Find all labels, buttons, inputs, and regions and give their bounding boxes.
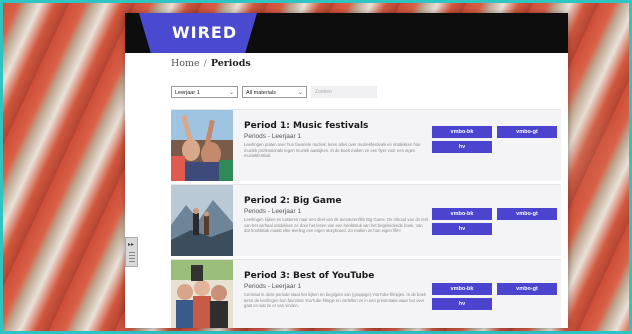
tag-vmbo-bk[interactable]: vmbo-bk — [432, 208, 492, 220]
period-subtitle: Periods - Leerjaar 1 — [244, 208, 302, 215]
big-game-image — [171, 185, 233, 256]
app-window: WIRED Home / Periods Leerjaar 1 ⌄ All mate… — [125, 13, 568, 328]
tag-vmbo-gt[interactable]: vmbo-gt — [497, 208, 557, 220]
search-input[interactable]: Zoeken — [311, 86, 377, 98]
grip-icon — [129, 252, 135, 264]
period-title: Period 1: Music festivals — [244, 121, 369, 131]
youtube-friends-image — [171, 260, 233, 328]
period-description: Leerlingen praten over hun favoriete muz… — [244, 142, 421, 158]
chevron-down-icon: ⌄ — [297, 90, 303, 96]
logo-text: WIRED — [172, 23, 238, 42]
breadcrumb-home[interactable]: Home — [171, 58, 200, 69]
tag-hv[interactable]: hv — [432, 298, 492, 310]
year-select-value: Leerjaar 1 — [175, 90, 200, 96]
period-card[interactable]: Period 3: Best of YouTube Periods - Leer… — [171, 259, 561, 328]
period-description: Centraal in deze periode staat het kijke… — [244, 292, 427, 308]
year-select[interactable]: Leerjaar 1 ⌄ — [171, 86, 238, 98]
search-placeholder: Zoeken — [315, 89, 332, 95]
tag-hv[interactable]: hv — [432, 223, 492, 235]
tag-vmbo-gt[interactable]: vmbo-gt — [497, 126, 557, 138]
period-card[interactable]: Period 1: Music festivals Periods - Leer… — [171, 109, 561, 181]
tag-vmbo-bk[interactable]: vmbo-bk — [432, 126, 492, 138]
festival-crowd-image — [171, 110, 233, 181]
period-title: Period 2: Big Game — [244, 196, 342, 206]
period-title: Period 3: Best of YouTube — [244, 271, 375, 281]
chevron-down-icon: ⌄ — [228, 90, 234, 96]
period-description: Leerlingen kijken en luisteren naar een … — [244, 217, 429, 233]
period-card[interactable]: Period 2: Big Game Periods - Leerjaar 1 … — [171, 184, 561, 256]
period-subtitle: Periods - Leerjaar 1 — [244, 133, 302, 140]
tag-vmbo-bk[interactable]: vmbo-bk — [432, 283, 492, 295]
side-panel-handle[interactable]: ▸▸ — [125, 237, 138, 267]
breadcrumb-separator: / — [203, 58, 207, 69]
tag-vmbo-gt[interactable]: vmbo-gt — [497, 283, 557, 295]
breadcrumb-current: Periods — [210, 58, 251, 69]
breadcrumb: Home / Periods — [171, 58, 251, 69]
top-bar: WIRED — [125, 13, 568, 53]
materials-select[interactable]: All materials ⌄ — [242, 86, 307, 98]
expand-arrow-icon: ▸▸ — [128, 242, 135, 248]
tag-hv[interactable]: hv — [432, 141, 492, 153]
logo-tab[interactable]: WIRED — [139, 13, 257, 53]
period-subtitle: Periods - Leerjaar 1 — [244, 283, 302, 290]
period-list: Period 1: Music festivals Periods - Leer… — [171, 109, 568, 328]
materials-select-value: All materials — [246, 90, 276, 96]
